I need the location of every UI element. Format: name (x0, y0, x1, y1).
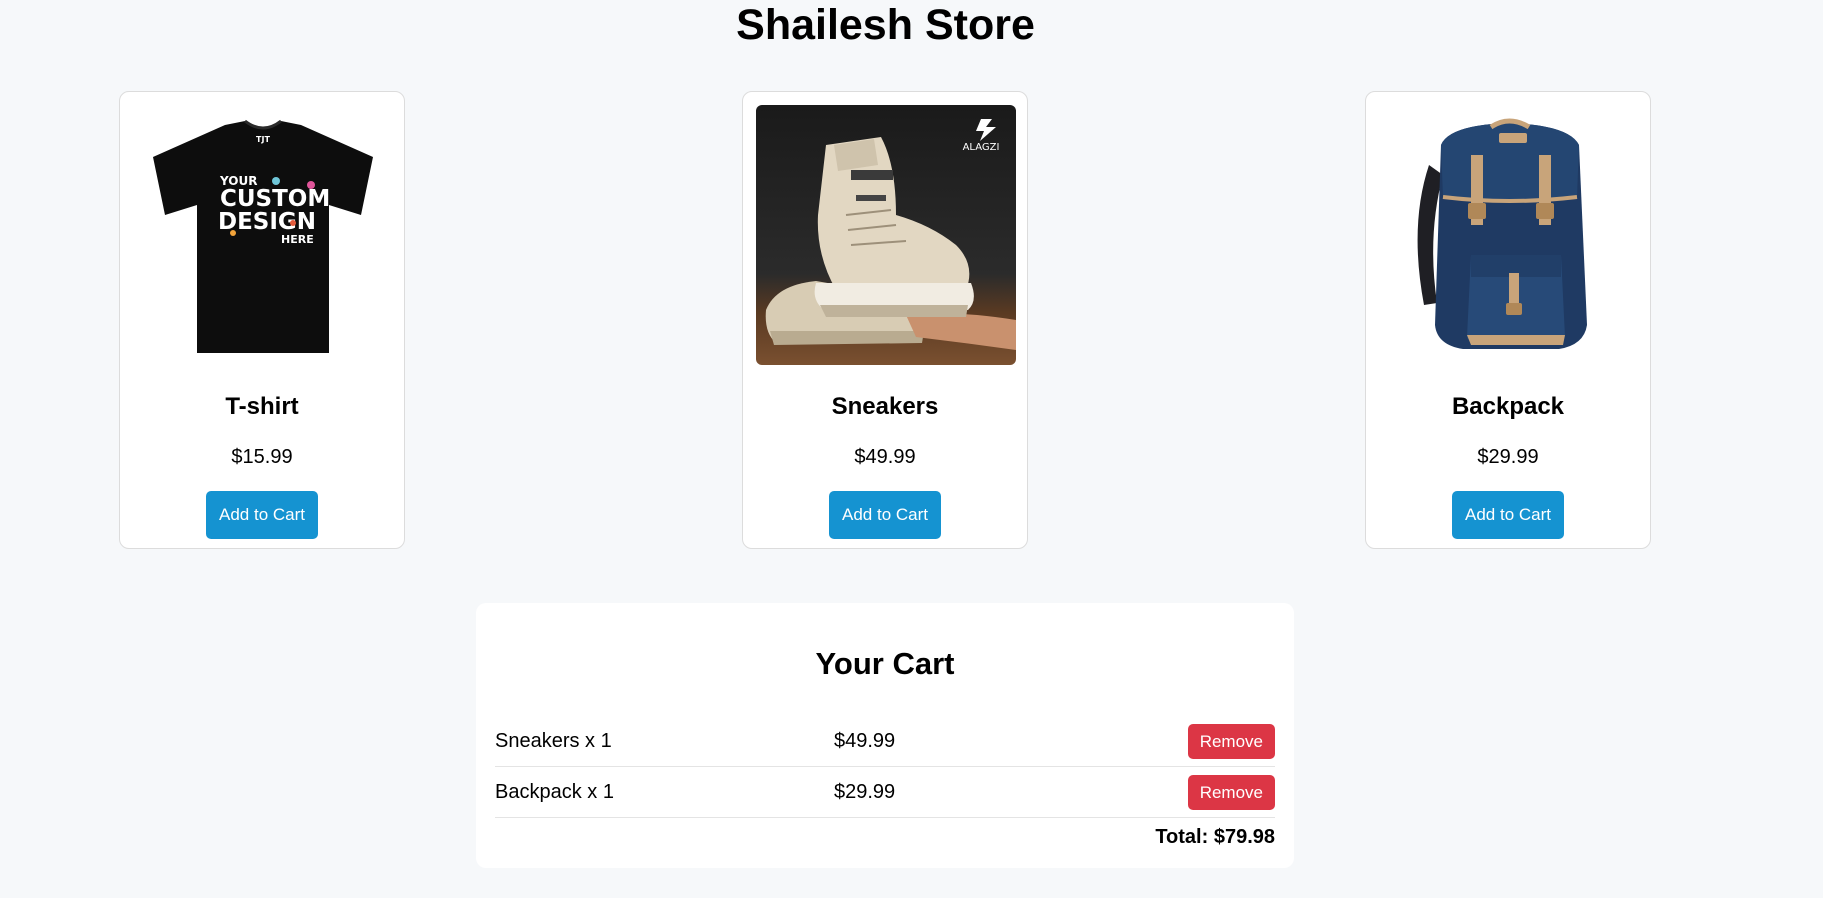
cart-item-name: Backpack x 1 (495, 781, 614, 803)
backpack-image (1379, 105, 1639, 365)
cart-title: Your Cart (815, 646, 955, 681)
add-to-cart-button[interactable]: Add to Cart (1452, 491, 1564, 539)
tshirt-print-line-4: HERE (281, 233, 314, 246)
tshirt-image: TJT YOUR CUSTOM DESIGN HERE (133, 105, 393, 365)
add-to-cart-button[interactable]: Add to Cart (829, 491, 941, 539)
cart-item-price: $29.99 (834, 781, 896, 803)
remove-button[interactable]: Remove (1187, 724, 1275, 759)
cart-item-row: Sneakers x 1 $49.99 Remove (495, 716, 1275, 767)
sneakers-brand-text: ALAGZI (963, 142, 1000, 153)
product-card-backpack: Backpack $29.99 Add to Cart (1365, 91, 1651, 549)
cart-item-row: Backpack x 1 $29.99 Remove (495, 767, 1275, 818)
cart-item-price: $49.99 (834, 730, 896, 752)
add-to-cart-button[interactable]: Add to Cart (206, 491, 318, 539)
sneakers-image: ALAGZI (756, 105, 1016, 365)
product-price: $49.99 (854, 446, 916, 468)
cart-item-name: Sneakers x 1 (495, 730, 612, 752)
product-name: Backpack (1451, 393, 1565, 420)
cart-total: Total: $79.98 (1155, 826, 1275, 848)
product-card-sneakers: ALAGZI Sneakers $49.99 Add to Cart (742, 91, 1028, 549)
svg-text:TJT: TJT (256, 135, 270, 144)
product-price: $15.99 (231, 446, 293, 468)
product-name: T-shirt (225, 393, 299, 420)
cart-panel: Your Cart Sneakers x 1 $49.99 Remove Bac… (476, 603, 1294, 868)
product-card-tshirt: TJT YOUR CUSTOM DESIGN HERE T-shirt $15.… (119, 91, 405, 549)
product-price: $29.99 (1477, 446, 1539, 468)
store-title: Shailesh Store (736, 1, 1035, 49)
remove-button[interactable]: Remove (1187, 775, 1275, 810)
product-name: Sneakers (831, 393, 939, 420)
